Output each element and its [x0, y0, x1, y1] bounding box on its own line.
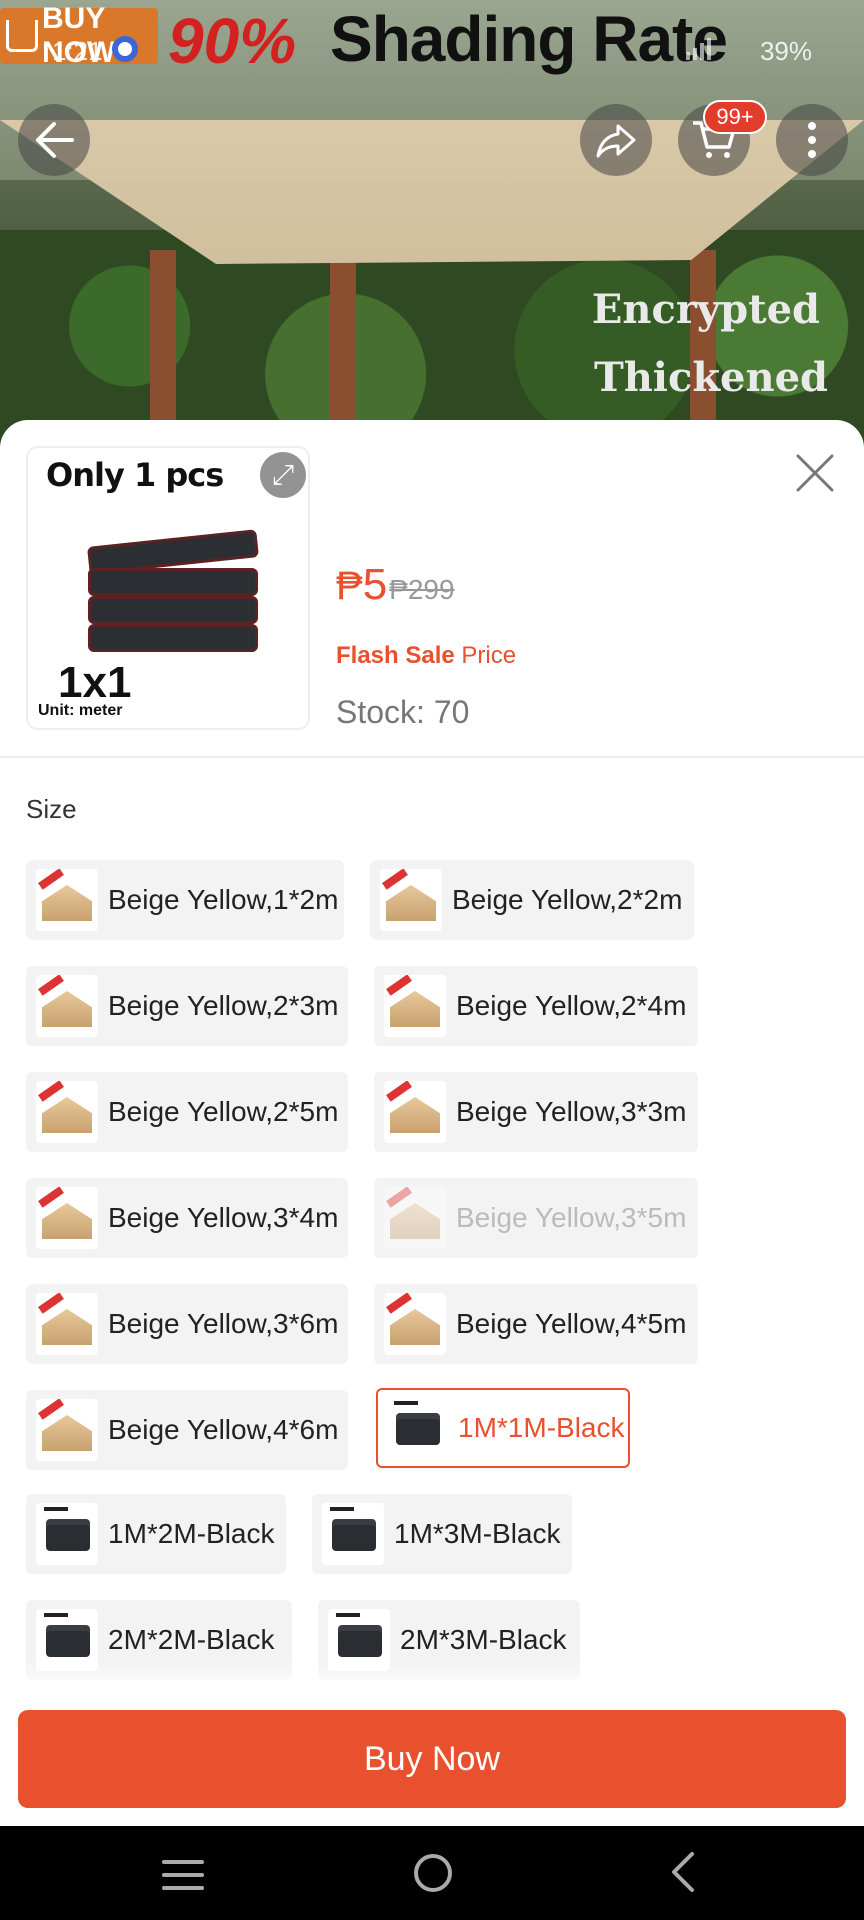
size-option-disabled[interactable]: Beige Yellow,3*5m: [374, 1178, 698, 1258]
home-icon[interactable]: [414, 1854, 452, 1892]
option-thumbnail: [386, 1397, 448, 1459]
option-thumbnail: [384, 975, 446, 1037]
hero-tag-encrypted: Encrypted: [591, 286, 820, 333]
battery-level: 39%: [759, 36, 812, 66]
share-button[interactable]: [580, 104, 652, 176]
stock-count: Stock: 70: [336, 694, 470, 730]
option-thumbnail: [36, 1399, 98, 1461]
expand-icon: ⤢: [271, 458, 295, 490]
thumb-title: Only 1 pcs: [46, 456, 224, 494]
option-thumbnail: [380, 869, 442, 931]
app-notification-icon: [112, 36, 138, 62]
share-icon: [596, 124, 636, 158]
size-option[interactable]: 1M*2M-Black: [26, 1494, 286, 1574]
thumb-unit: Unit: meter: [38, 702, 123, 719]
more-vertical-icon: [808, 122, 816, 158]
original-price: ₱299: [389, 574, 455, 605]
recent-apps-icon[interactable]: [162, 1860, 204, 1890]
size-section-label: Size: [26, 794, 77, 824]
hero-tag-thickened: Thickened: [593, 354, 828, 401]
size-option[interactable]: 1M*3M-Black: [312, 1494, 572, 1574]
status-bar: 1:21 39%: [0, 24, 864, 74]
option-thumbnail: [36, 975, 98, 1037]
price-value: 5: [362, 560, 388, 609]
size-option[interactable]: Beige Yellow,3*6m: [26, 1284, 348, 1364]
back-icon[interactable]: [664, 1850, 704, 1894]
option-thumbnail: [36, 1503, 98, 1565]
size-option[interactable]: Beige Yellow,4*5m: [374, 1284, 698, 1364]
option-thumbnail: [322, 1503, 384, 1565]
option-thumbnail: [36, 869, 98, 931]
flash-sale-label: Flash Sale Price: [336, 642, 517, 669]
more-options-button[interactable]: [776, 104, 848, 176]
option-thumbnail: [384, 1293, 446, 1355]
expand-image-button[interactable]: ⤢: [260, 452, 306, 498]
status-time: 1:21: [52, 36, 103, 66]
size-option[interactable]: Beige Yellow,2*5m: [26, 1072, 348, 1152]
size-option[interactable]: Beige Yellow,1*2m: [26, 860, 344, 940]
system-navigation-bar: [0, 1826, 864, 1920]
price-currency: ₱: [336, 564, 363, 608]
size-option[interactable]: Beige Yellow,3*3m: [374, 1072, 698, 1152]
buy-now-button[interactable]: Buy Now: [18, 1710, 846, 1808]
scroll-fade: [0, 1662, 864, 1692]
price: ₱5₱299: [336, 560, 455, 610]
divider: [0, 756, 864, 758]
option-thumbnail: [36, 1293, 98, 1355]
signal-icon: [686, 38, 711, 60]
arrow-left-icon: [36, 122, 74, 158]
size-option[interactable]: Beige Yellow,2*3m: [26, 966, 348, 1046]
size-option[interactable]: Beige Yellow,2*4m: [374, 966, 698, 1046]
option-thumbnail: [384, 1081, 446, 1143]
back-button[interactable]: [18, 104, 90, 176]
close-icon[interactable]: [790, 448, 840, 498]
option-thumbnail: [36, 1187, 98, 1249]
thumb-size: 1x1: [58, 658, 132, 707]
option-thumbnail: [36, 1081, 98, 1143]
size-option[interactable]: Beige Yellow,3*4m: [26, 1178, 348, 1258]
size-option-selected[interactable]: 1M*1M-Black: [376, 1388, 630, 1468]
cart-count-badge: 99+: [703, 100, 767, 134]
option-thumbnail: [384, 1187, 446, 1249]
size-option[interactable]: Beige Yellow,4*6m: [26, 1390, 348, 1470]
size-option[interactable]: Beige Yellow,2*2m: [370, 860, 694, 940]
